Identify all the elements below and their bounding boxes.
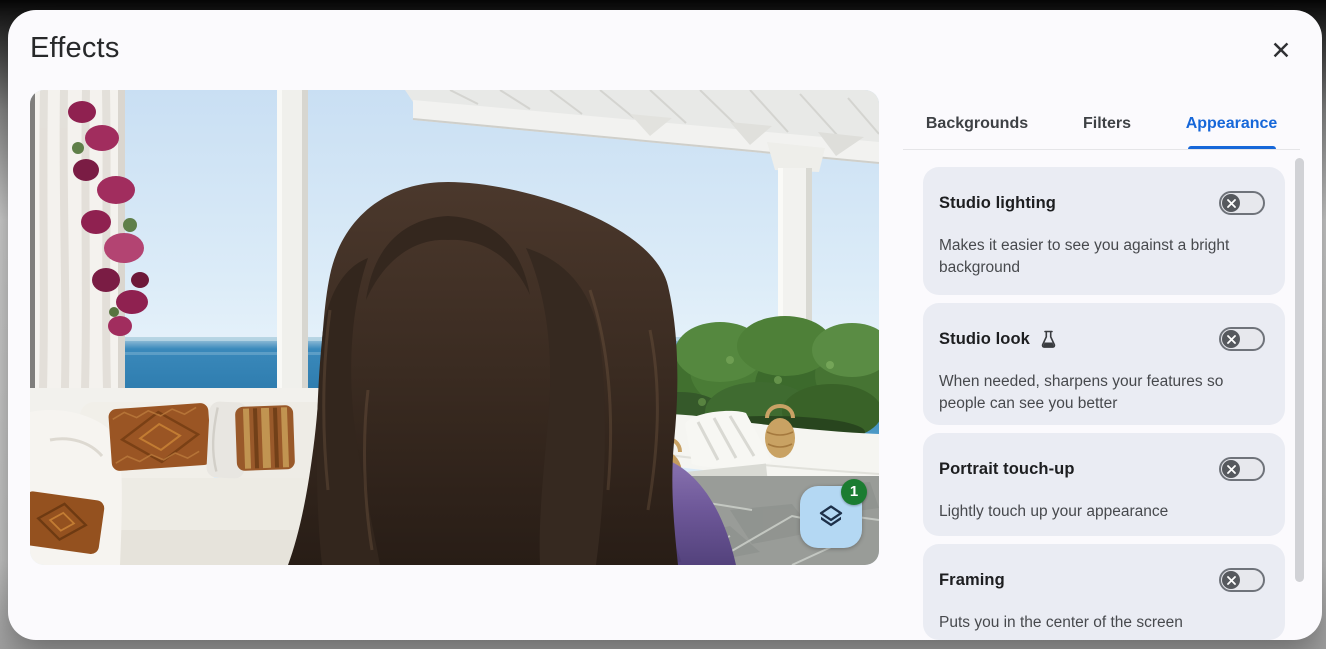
toggle-off-x-icon [1222,330,1240,348]
close-button[interactable]: ✕ [1262,32,1300,70]
toggle-off-x-icon [1222,571,1240,589]
setting-title: Portrait touch-up [939,460,1075,479]
toggle-off-x-icon [1222,194,1240,212]
experiment-flask-icon [1040,330,1057,349]
tab-filters[interactable]: Filters [1051,98,1163,149]
framing-toggle[interactable] [1219,568,1265,592]
setting-card-studio-lighting: Studio lighting Makes it easier to see y… [923,167,1285,295]
layers-icon [817,503,845,531]
setting-description: Lightly touch up your appearance [939,501,1244,523]
close-icon: ✕ [1271,39,1292,64]
setting-title: Studio look [939,330,1030,349]
effects-count-badge: 1 [841,479,867,505]
tab-bar: Backgrounds Filters Appearance [903,98,1300,150]
tab-appearance[interactable]: Appearance [1163,98,1300,149]
setting-title: Framing [939,571,1005,590]
setting-title: Studio lighting [939,194,1056,213]
panel-scrollbar[interactable] [1295,158,1304,582]
setting-card-portrait-touch-up: Portrait touch-up Lightly touch up your … [923,433,1285,536]
setting-card-studio-look: Studio look When needed, sharpens your f… [923,303,1285,425]
setting-description: Makes it easier to see you against a bri… [939,235,1244,279]
effects-dialog: Effects ✕ [8,10,1322,640]
virtual-background-scene [30,90,879,565]
studio-lighting-toggle[interactable] [1219,191,1265,215]
self-video-preview: 1 [30,90,879,565]
tab-backgrounds[interactable]: Backgrounds [903,98,1051,149]
appearance-settings-list: Studio lighting Makes it easier to see y… [923,167,1285,640]
toggle-off-x-icon [1222,460,1240,478]
effects-layers-button[interactable]: 1 [800,486,862,548]
dialog-title: Effects [30,32,120,65]
setting-card-framing: Framing Puts you in the center of the sc… [923,544,1285,640]
studio-look-toggle[interactable] [1219,327,1265,351]
portrait-touch-up-toggle[interactable] [1219,457,1265,481]
setting-description: When needed, sharpens your features so p… [939,371,1244,415]
effects-panel: Backgrounds Filters Appearance Studio li… [903,98,1300,640]
setting-description: Puts you in the center of the screen [939,612,1244,634]
